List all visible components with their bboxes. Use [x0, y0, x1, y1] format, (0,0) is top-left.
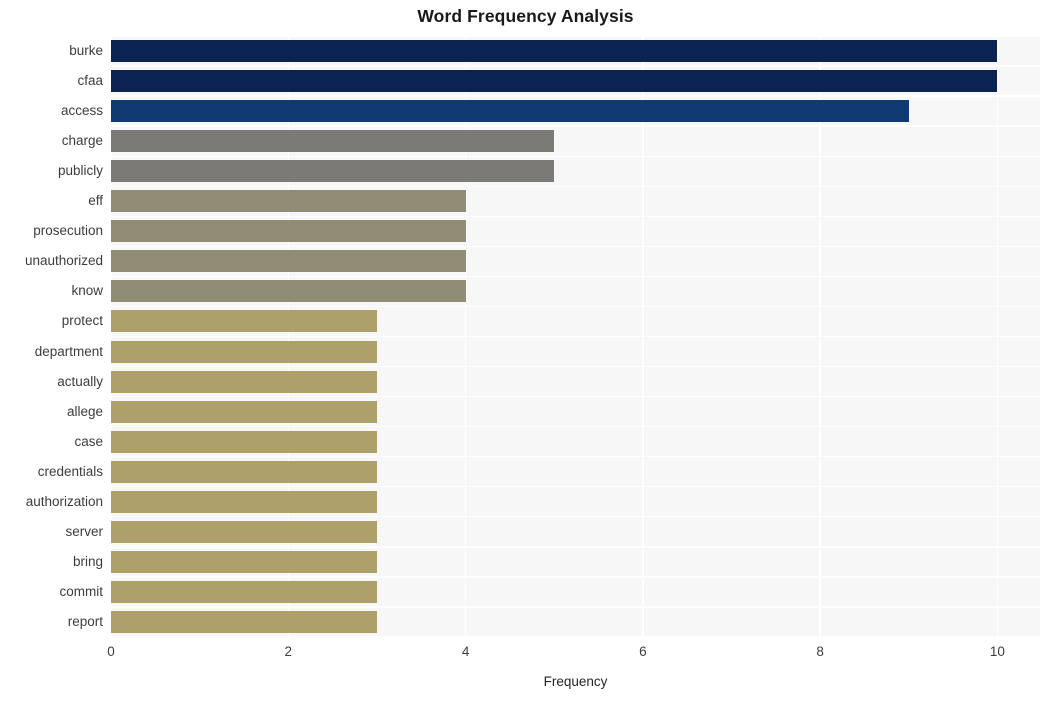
bar — [111, 400, 377, 423]
y-axis-tick-label: commit — [59, 583, 104, 599]
gridline-horizontal — [111, 65, 1040, 67]
bar — [111, 130, 555, 153]
gridline-horizontal — [111, 576, 1040, 578]
bar — [111, 70, 998, 93]
gridline-horizontal — [111, 305, 1040, 308]
x-axis-tick-label: 2 — [284, 644, 293, 659]
gridline-horizontal — [111, 185, 1040, 187]
gridline-horizontal — [111, 546, 1040, 548]
y-axis-tick-label: know — [71, 283, 103, 299]
bar — [111, 280, 466, 303]
bar — [111, 430, 377, 453]
bar — [111, 550, 377, 573]
bar — [111, 220, 466, 243]
y-axis-tick-label: charge — [61, 133, 103, 149]
gridline-horizontal — [111, 215, 1040, 217]
y-axis-tick-label: unauthorized — [24, 253, 103, 269]
y-axis-tick-label: access — [60, 103, 103, 119]
bar — [111, 100, 909, 123]
gridline-vertical — [819, 36, 821, 637]
bar — [111, 580, 377, 603]
y-axis-tick-label: protect — [61, 313, 103, 329]
gridline-horizontal — [111, 425, 1040, 428]
y-axis-tick-label: credentials — [37, 463, 103, 479]
gridline-horizontal — [111, 155, 1040, 157]
bar — [111, 160, 555, 183]
bar — [111, 40, 998, 63]
gridline-horizontal — [111, 516, 1040, 518]
gridline-horizontal — [111, 636, 1040, 637]
y-axis-tick-label: burke — [69, 43, 103, 59]
y-axis-tick-label: allege — [66, 403, 103, 419]
y-axis-tick-label: department — [34, 343, 103, 359]
gridline-horizontal — [111, 275, 1040, 278]
gridline-horizontal — [111, 395, 1040, 398]
gridline-vertical — [642, 36, 644, 637]
x-axis-tick-label: 8 — [816, 644, 824, 659]
gridline-horizontal — [111, 36, 1040, 37]
y-axis-tick-label: actually — [57, 373, 103, 389]
y-axis-tick-label: prosecution — [33, 223, 103, 239]
y-axis-tick-label: bring — [72, 553, 103, 569]
gridline-vertical — [287, 36, 289, 637]
x-axis-tick-label: 10 — [989, 644, 1005, 659]
x-axis-tick-label: 0 — [107, 644, 115, 659]
gridline-horizontal — [111, 365, 1040, 368]
gridline-horizontal — [111, 335, 1040, 338]
y-axis-tick-label: case — [74, 433, 103, 449]
y-axis-tick-label: authorization — [25, 493, 103, 509]
bar — [111, 190, 466, 213]
bar — [111, 520, 377, 543]
gridline-horizontal — [111, 125, 1040, 127]
gridline-horizontal — [111, 245, 1040, 248]
bar — [111, 490, 377, 513]
bar — [111, 340, 377, 363]
gridline-horizontal — [111, 486, 1040, 488]
chart-figure: Word Frequency Analysis burke cfaa access c… — [0, 0, 1051, 701]
bar — [111, 310, 377, 333]
y-axis-tick-label: publicly — [57, 163, 103, 179]
gridline-vertical — [996, 36, 999, 637]
x-axis-label: Frequency — [543, 674, 608, 689]
gridline-vertical — [111, 36, 112, 637]
bar — [111, 370, 377, 393]
bar — [111, 250, 466, 273]
gridline-horizontal — [111, 606, 1040, 608]
x-axis-tick-labels: 0 2 4 6 8 10 — [107, 644, 1040, 666]
plot-area — [111, 36, 1040, 637]
y-axis-tick-labels: burke cfaa access charge publicly eff prosecut… — [0, 36, 111, 637]
y-axis-tick-label: cfaa — [77, 73, 103, 89]
page-title: Word Frequency Analysis — [417, 6, 634, 26]
gridline-vertical — [464, 36, 467, 637]
y-axis-tick-label: report — [67, 613, 103, 629]
x-axis-tick-label: 6 — [639, 644, 647, 659]
bar — [111, 460, 377, 483]
bar — [111, 610, 377, 633]
x-axis-tick-label: 4 — [461, 644, 470, 659]
gridline-horizontal — [111, 95, 1040, 97]
y-axis-tick-label: server — [65, 523, 103, 539]
y-axis-tick-label: eff — [88, 193, 103, 209]
gridline-horizontal — [111, 456, 1040, 458]
